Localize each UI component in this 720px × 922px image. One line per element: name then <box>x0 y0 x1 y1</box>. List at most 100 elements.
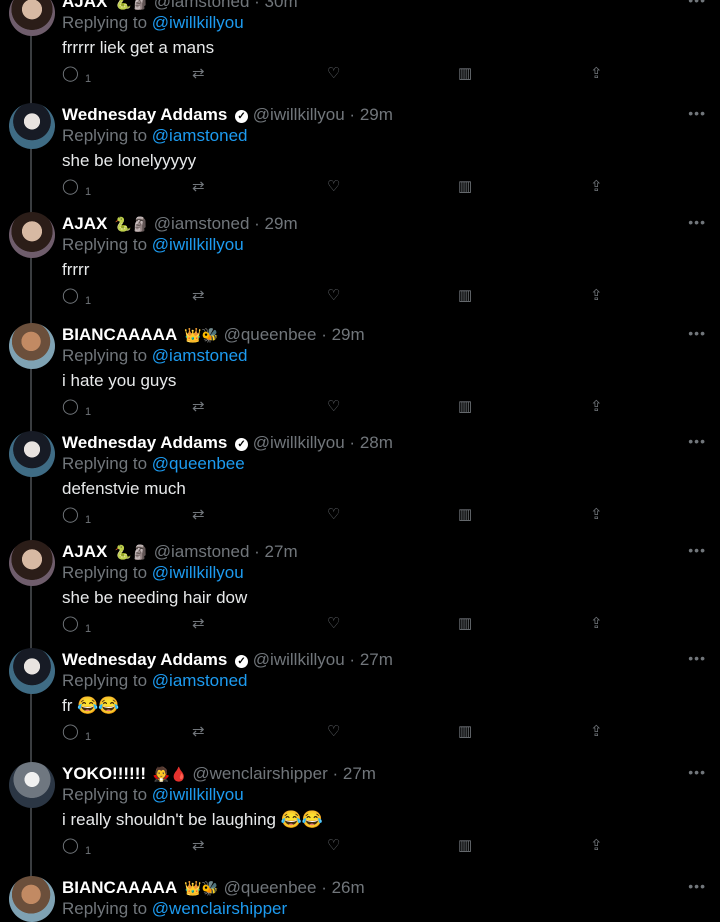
avatar[interactable] <box>9 323 55 369</box>
handle[interactable]: @iamstoned <box>154 214 250 233</box>
timestamp[interactable]: 30m <box>265 0 298 11</box>
display-name[interactable]: Wednesday Addams <box>62 650 227 669</box>
reply-handle-link[interactable]: @wenclairshipper <box>152 899 287 918</box>
timestamp[interactable]: 28m <box>360 433 393 452</box>
retweet-button[interactable]: ⇄ <box>192 507 205 523</box>
share-button[interactable]: ⇪ <box>590 66 603 82</box>
retweet-button[interactable]: ⇄ <box>192 838 205 854</box>
like-button[interactable]: ♡ <box>327 838 340 854</box>
timestamp[interactable]: 29m <box>360 105 393 124</box>
retweet-button[interactable]: ⇄ <box>192 179 205 195</box>
handle[interactable]: @iwillkillyou <box>253 433 345 452</box>
handle[interactable]: @iamstoned <box>154 0 250 11</box>
like-button[interactable]: ♡ <box>327 616 340 632</box>
views-button[interactable]: ▥ <box>458 616 472 632</box>
more-icon[interactable]: ••• <box>688 105 706 121</box>
reply-button[interactable]: ◯ 1 <box>62 179 91 200</box>
reply-handle-link[interactable]: @iamstoned <box>152 346 248 365</box>
more-icon[interactable]: ••• <box>688 764 706 780</box>
display-name[interactable]: AJAX <box>62 542 107 561</box>
share-button[interactable]: ⇪ <box>590 616 603 632</box>
handle[interactable]: @iwillkillyou <box>253 650 345 669</box>
like-button[interactable]: ♡ <box>327 724 340 740</box>
views-button[interactable]: ▥ <box>458 179 472 195</box>
timestamp[interactable]: 27m <box>360 650 393 669</box>
views-button[interactable]: ▥ <box>458 399 472 415</box>
more-icon[interactable]: ••• <box>688 878 706 894</box>
like-button[interactable]: ♡ <box>327 66 340 82</box>
reply-handle-link[interactable]: @iwillkillyou <box>152 235 244 254</box>
avatar[interactable] <box>9 876 55 922</box>
reply-button[interactable]: ◯ 1 <box>62 507 91 528</box>
timestamp[interactable]: 29m <box>332 325 365 344</box>
reply-button[interactable]: ◯ 1 <box>62 838 91 859</box>
retweet-button[interactable]: ⇄ <box>192 288 205 304</box>
timestamp[interactable]: 29m <box>265 214 298 233</box>
reply-button[interactable]: ◯ 1 <box>62 66 91 87</box>
like-button[interactable]: ♡ <box>327 399 340 415</box>
display-name[interactable]: Wednesday Addams <box>62 433 227 452</box>
avatar[interactable] <box>9 0 55 36</box>
more-icon[interactable]: ••• <box>688 650 706 666</box>
reply-handle-link[interactable]: @iamstoned <box>152 126 248 145</box>
handle[interactable]: @wenclairshipper <box>192 764 327 783</box>
avatar[interactable] <box>9 540 55 586</box>
views-button[interactable]: ▥ <box>458 288 472 304</box>
retweet-button[interactable]: ⇄ <box>192 399 205 415</box>
reply-handle-link[interactable]: @iwillkillyou <box>152 13 244 32</box>
reply-button[interactable]: ◯ 1 <box>62 288 91 309</box>
replying-to: Replying to @queenbee <box>62 454 245 474</box>
share-button[interactable]: ⇪ <box>590 838 603 854</box>
timestamp[interactable]: 26m <box>332 878 365 897</box>
more-icon[interactable]: ••• <box>688 214 706 230</box>
handle[interactable]: @iamstoned <box>154 542 250 561</box>
retweet-button[interactable]: ⇄ <box>192 724 205 740</box>
retweet-icon: ⇄ <box>192 723 205 740</box>
more-icon[interactable]: ••• <box>688 433 706 449</box>
like-button[interactable]: ♡ <box>327 179 340 195</box>
name-badges: 🐍🗿 <box>114 544 149 560</box>
display-name[interactable]: BIANCAAAAA <box>62 878 177 897</box>
more-icon[interactable]: ••• <box>688 325 706 341</box>
more-icon[interactable]: ••• <box>688 0 706 8</box>
like-button[interactable]: ♡ <box>327 288 340 304</box>
reply-handle-link[interactable]: @iwillkillyou <box>152 785 244 804</box>
handle[interactable]: @iwillkillyou <box>253 105 345 124</box>
display-name[interactable]: Wednesday Addams <box>62 105 227 124</box>
views-button[interactable]: ▥ <box>458 66 472 82</box>
display-name[interactable]: YOKO!!!!!! <box>62 764 146 783</box>
views-button[interactable]: ▥ <box>458 838 472 854</box>
display-name[interactable]: BIANCAAAAA <box>62 325 177 344</box>
separator-dot: · <box>254 542 265 561</box>
share-button[interactable]: ⇪ <box>590 399 603 415</box>
reply-handle-link[interactable]: @iwillkillyou <box>152 563 244 582</box>
avatar[interactable] <box>9 212 55 258</box>
handle[interactable]: @queenbee <box>224 325 317 344</box>
reply-button[interactable]: ◯ 1 <box>62 724 91 745</box>
reply-handle-link[interactable]: @queenbee <box>152 454 245 473</box>
timestamp[interactable]: 27m <box>265 542 298 561</box>
avatar[interactable] <box>9 103 55 149</box>
handle[interactable]: @queenbee <box>224 878 317 897</box>
display-name[interactable]: AJAX <box>62 0 107 11</box>
retweet-button[interactable]: ⇄ <box>192 616 205 632</box>
tweet-actions: ◯ 1 ⇄ ♡ ▥ ⇪ <box>62 724 622 745</box>
share-button[interactable]: ⇪ <box>590 507 603 523</box>
more-icon[interactable]: ••• <box>688 542 706 558</box>
reply-button[interactable]: ◯ 1 <box>62 616 91 637</box>
reply-button[interactable]: ◯ 1 <box>62 399 91 420</box>
views-button[interactable]: ▥ <box>458 724 472 740</box>
avatar[interactable] <box>9 431 55 477</box>
avatar[interactable] <box>9 648 55 694</box>
share-button[interactable]: ⇪ <box>590 288 603 304</box>
display-name[interactable]: AJAX <box>62 214 107 233</box>
like-button[interactable]: ♡ <box>327 507 340 523</box>
share-button[interactable]: ⇪ <box>590 179 603 195</box>
avatar[interactable] <box>9 762 55 808</box>
replying-label: Replying to <box>62 785 148 804</box>
views-button[interactable]: ▥ <box>458 507 472 523</box>
timestamp[interactable]: 27m <box>343 764 376 783</box>
retweet-button[interactable]: ⇄ <box>192 66 205 82</box>
share-button[interactable]: ⇪ <box>590 724 603 740</box>
reply-handle-link[interactable]: @iamstoned <box>152 671 248 690</box>
